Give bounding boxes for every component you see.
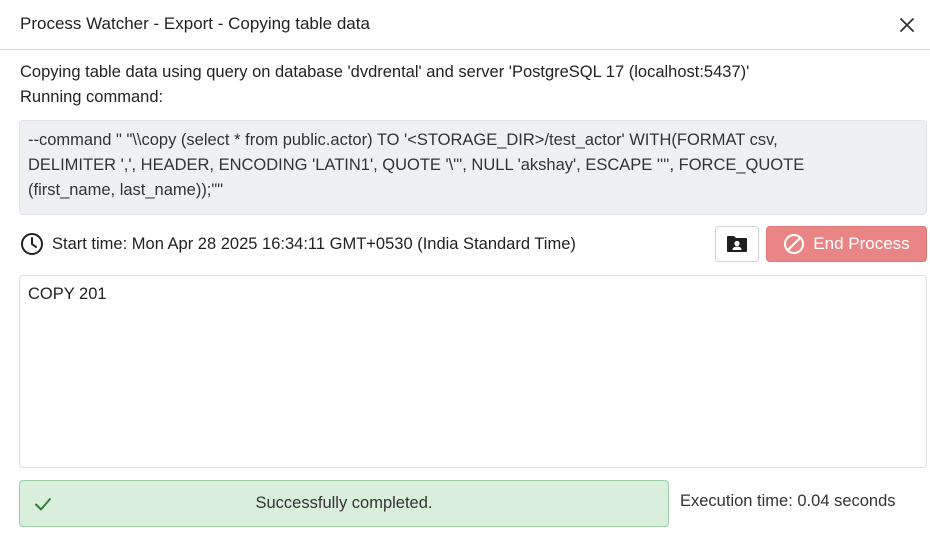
check-icon	[32, 493, 54, 515]
end-process-label: End Process	[813, 234, 910, 253]
status-bar: Successfully completed.	[19, 480, 669, 527]
output-text: COPY 201	[28, 285, 107, 303]
execution-time: Execution time: 0.04 seconds	[680, 492, 896, 510]
start-time-text: Start time: Mon Apr 28 2025 16:34:11 GMT…	[52, 234, 576, 253]
end-process-button[interactable]: End Process	[766, 226, 927, 262]
close-button[interactable]	[892, 10, 922, 40]
clock-icon	[20, 232, 44, 256]
status-text: Successfully completed.	[255, 494, 433, 512]
dialog-titlebar: Process Watcher - Export - Copying table…	[0, 0, 930, 50]
folder-user-icon	[726, 235, 748, 253]
command-line: DELIMITER ',', HEADER, ENCODING 'LATIN1'…	[28, 156, 805, 174]
open-storage-folder-button[interactable]	[715, 226, 759, 262]
process-output-area[interactable]: COPY 201	[19, 275, 927, 468]
ban-icon	[783, 233, 805, 255]
running-command-label: Running command:	[20, 88, 164, 106]
process-watcher-dialog: Process Watcher - Export - Copying table…	[0, 0, 930, 536]
command-line: (first_name, last_name));""	[28, 181, 224, 199]
command-line: --command " "\\copy (select * from publi…	[28, 131, 778, 149]
close-icon	[899, 17, 915, 33]
description-line: Copying table data using query on databa…	[20, 63, 750, 81]
command-box: --command " "\\copy (select * from publi…	[19, 120, 927, 215]
start-time-row: Start time: Mon Apr 28 2025 16:34:11 GMT…	[20, 226, 576, 262]
dialog-title: Process Watcher - Export - Copying table…	[20, 14, 370, 33]
process-description: Copying table data using query on databa…	[20, 60, 920, 110]
